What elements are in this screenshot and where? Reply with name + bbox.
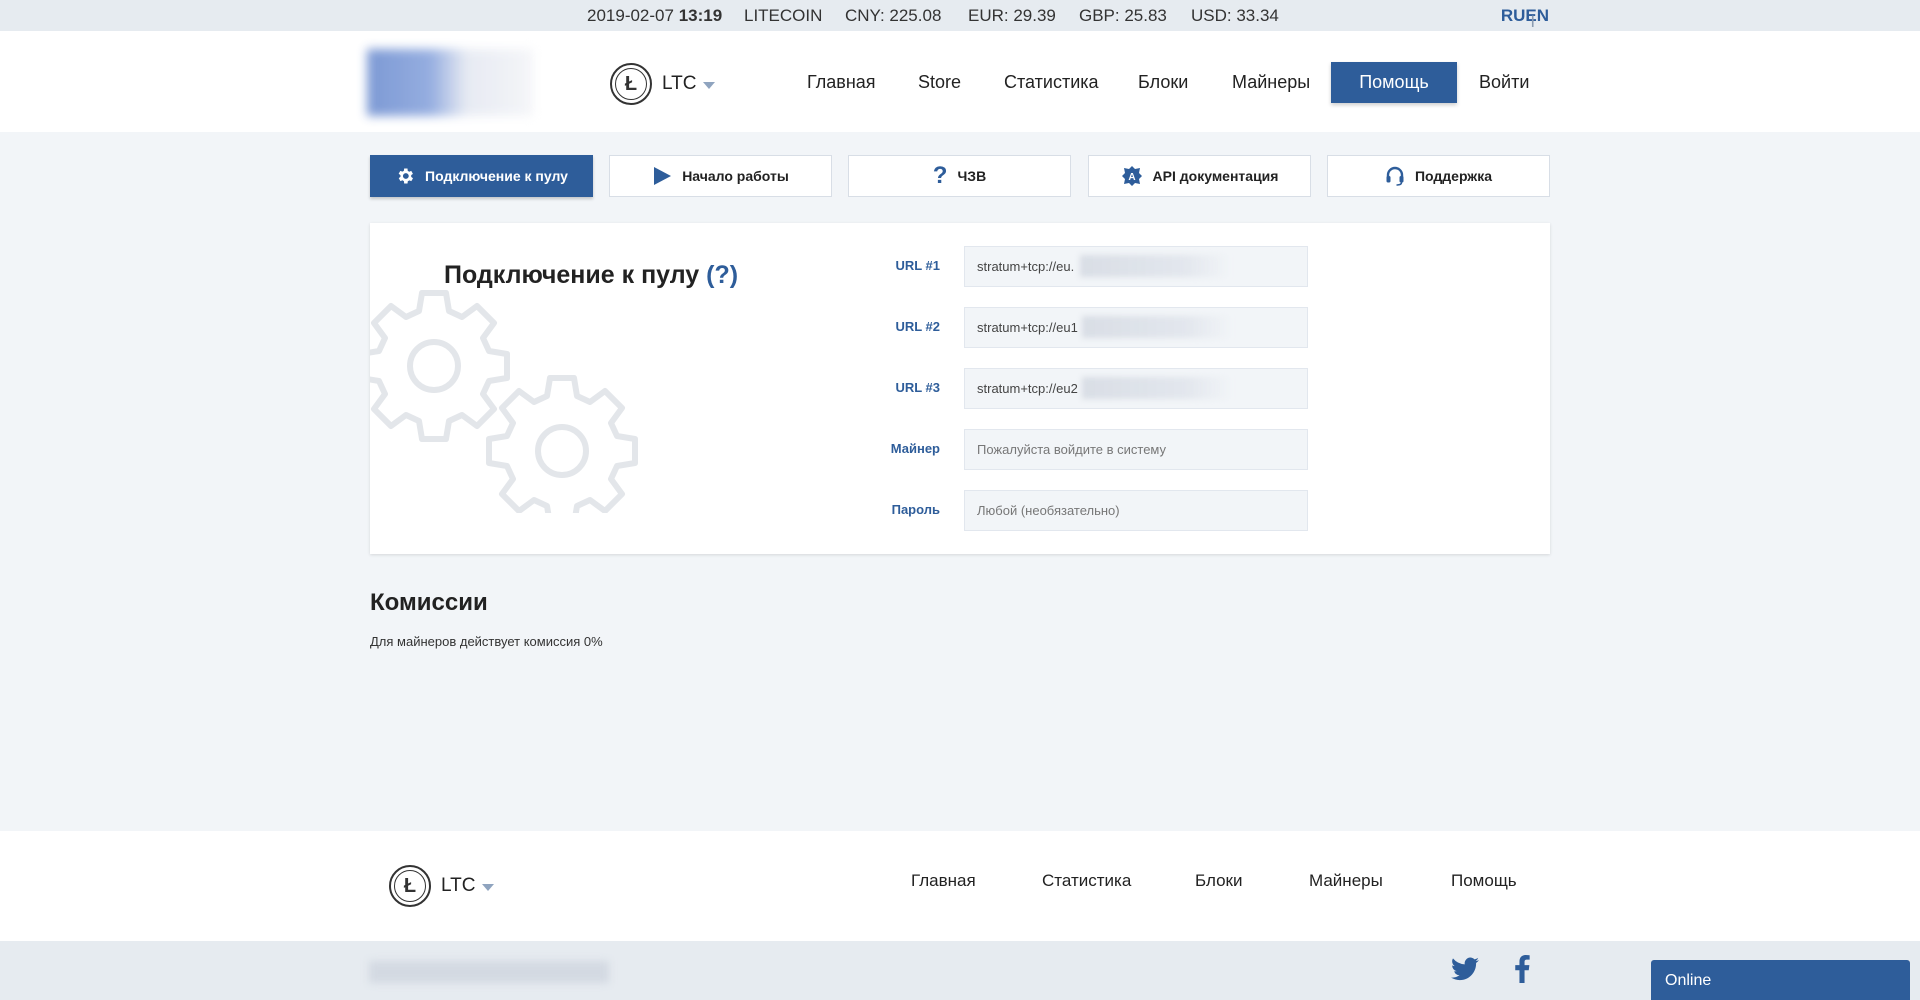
field-url-2: URL #2 [370,307,1550,348]
site-footer: Ł LTC Главная Статистика Блоки Майнеры П… [0,831,1920,941]
nav-miners[interactable]: Майнеры [1232,62,1310,103]
miner-label: Майнер [890,441,940,456]
tab-faq[interactable]: ? ЧЗВ [848,155,1071,197]
play-icon [652,166,672,186]
ticker-coin: LITECOIN [744,6,823,25]
chevron-down-icon [482,884,495,891]
lang-separator: I [1530,12,1536,31]
tab-getting-started[interactable]: Начало работы [609,155,832,197]
nav-login[interactable]: Войти [1479,62,1529,103]
ticker-date: 2019-02-07 13:19 [587,6,723,25]
field-password: Пароль [370,490,1550,531]
svg-text:A: A [1128,172,1135,183]
nav-store[interactable]: Store [918,62,961,103]
facebook-icon[interactable] [1514,955,1530,988]
copyright-text [369,961,609,983]
tab-api-docs[interactable]: A API документация [1088,155,1311,197]
coin-label: LTC [662,73,697,94]
footer-nav-help[interactable]: Помощь [1451,871,1517,891]
sub-footer [0,941,1920,1000]
footer-nav-home[interactable]: Главная [911,871,976,891]
ticker-cny: CNY: 225.08 [845,6,942,25]
password-input[interactable] [964,490,1308,531]
tab-label: ЧЗВ [957,168,987,184]
litecoin-icon: Ł [610,63,652,105]
language-switcher: RU I EN [1501,6,1549,31]
password-label: Пароль [891,502,940,517]
litecoin-icon: Ł [389,865,431,907]
question-icon: ? [932,162,948,189]
nav-blocks[interactable]: Блоки [1138,62,1188,103]
commissions-text: Для майнеров действует комиссия 0% [370,634,603,649]
tab-support[interactable]: Поддержка [1327,155,1550,197]
coin-selector[interactable]: Ł LTC [610,63,716,105]
footer-nav-blocks[interactable]: Блоки [1195,871,1242,891]
site-header: Ł LTC Главная Store Статистика Блоки Май… [0,31,1920,132]
footer-coin-selector[interactable]: Ł LTC [389,865,495,907]
nav-statistics[interactable]: Статистика [1004,62,1099,103]
price-ticker-bar: 2019-02-07 13:19 LITECOIN CNY: 225.08 EU… [0,0,1920,31]
miner-input[interactable] [964,429,1308,470]
gear-icon [395,166,415,186]
url1-label: URL #1 [895,258,940,273]
footer-nav-statistics[interactable]: Статистика [1042,871,1131,891]
ticker-eur: EUR: 29.39 [968,6,1056,25]
commissions-heading: Комиссии [370,589,488,616]
url2-label: URL #2 [895,319,940,334]
tab-pool-connection[interactable]: Подключение к пулу [370,155,593,197]
twitter-icon[interactable] [1451,957,1479,986]
url3-label: URL #3 [895,380,940,395]
lang-en-link[interactable]: EN [1525,6,1549,25]
tab-label: Поддержка [1414,168,1493,184]
footer-nav-miners[interactable]: Майнеры [1309,871,1383,891]
pool-connection-card: Подключение к пулу (?) URL #1 URL #2 URL… [370,223,1550,554]
ticker-gbp: GBP: 25.83 [1079,6,1167,25]
ticker-time: 13:19 [678,6,723,25]
headset-icon [1385,166,1405,186]
field-miner: Майнер [370,429,1550,470]
api-icon: A [1121,165,1143,187]
nav-help[interactable]: Помощь [1331,62,1457,103]
redacted-host [1082,316,1232,338]
ticker-usd: USD: 33.34 [1191,6,1279,25]
coin-label: LTC [441,875,476,896]
site-logo[interactable] [367,49,533,116]
online-chat-widget[interactable]: Online [1651,960,1910,1000]
lang-ru-link[interactable]: RU [1501,6,1526,25]
redacted-host [1080,255,1230,277]
tab-label: API документация [1152,168,1279,184]
chevron-down-icon [703,82,716,89]
redacted-host [1082,377,1232,399]
tab-label: Начало работы [682,168,789,184]
tab-label: Подключение к пулу [425,168,568,184]
field-url-3: URL #3 [370,368,1550,409]
field-url-1: URL #1 [370,246,1550,287]
nav-home[interactable]: Главная [807,62,876,103]
